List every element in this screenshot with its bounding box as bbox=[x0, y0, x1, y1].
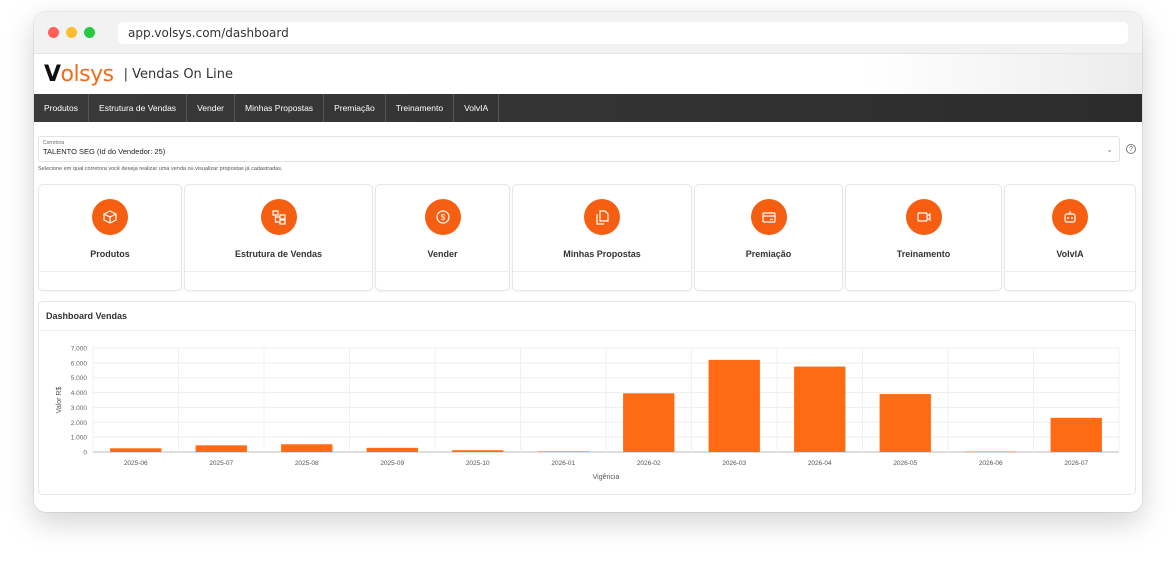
x-axis-label: Vigência bbox=[593, 474, 620, 481]
x-tick-label: 2026-04 bbox=[808, 460, 832, 467]
bar-2025-06 bbox=[110, 448, 162, 452]
main-nav: Produtos Estrutura de Vendas Vender Minh… bbox=[34, 94, 1142, 122]
browser-window: app.volsys.com/dashboard Volsys | Vendas… bbox=[34, 12, 1142, 512]
corretora-label: Corretora bbox=[43, 140, 65, 146]
card-treinamento[interactable]: Treinamento bbox=[845, 184, 1002, 291]
card-label: Vender bbox=[427, 249, 458, 259]
card-premiacao[interactable]: Premiação bbox=[694, 184, 843, 291]
nav-item-produtos[interactable]: Produtos bbox=[34, 94, 90, 122]
card-label: Premiação bbox=[745, 249, 792, 259]
card-label: VolvIA bbox=[1056, 249, 1084, 259]
help-icon[interactable]: ? bbox=[1126, 144, 1136, 154]
x-tick-label: 2025-07 bbox=[209, 460, 233, 467]
corretora-value: TALENTO SEG (Id do Vendedor: 25) bbox=[43, 147, 166, 156]
x-tick-label: 2026-05 bbox=[893, 460, 917, 467]
chevron-down-icon: ⌄ bbox=[1106, 145, 1113, 154]
address-bar[interactable]: app.volsys.com/dashboard bbox=[118, 21, 1128, 44]
close-window-button[interactable] bbox=[48, 27, 59, 38]
card-minhas-propostas[interactable]: Minhas Propostas bbox=[512, 184, 692, 291]
y-axis-label: Valor R$ bbox=[56, 387, 63, 414]
bar-2026-02 bbox=[623, 393, 675, 452]
nav-item-minhas-propostas[interactable]: Minhas Propostas bbox=[235, 94, 325, 122]
bar-2026-05 bbox=[879, 394, 931, 452]
app-header: Volsys | Vendas On Line bbox=[34, 54, 1142, 94]
nav-item-treinamento[interactable]: Treinamento bbox=[386, 94, 455, 122]
documents-icon bbox=[584, 199, 620, 235]
nav-item-vender[interactable]: Vender bbox=[187, 94, 236, 122]
corretora-select[interactable]: Corretora TALENTO SEG (Id do Vendedor: 2… bbox=[38, 136, 1120, 162]
bar-2025-07 bbox=[195, 445, 247, 452]
corretora-row: Corretora TALENTO SEG (Id do Vendedor: 2… bbox=[38, 136, 1136, 162]
y-tick-label: 1.000 bbox=[71, 435, 88, 442]
x-tick-label: 2026-02 bbox=[637, 460, 661, 467]
x-tick-label: 2025-06 bbox=[124, 460, 148, 467]
dashboard-panel: Dashboard Vendas 0 1.000 2.000 3.000 4.000 5.… bbox=[38, 301, 1136, 495]
shortcut-cards: Produtos Estrutura de Vendas $ Vender Mi… bbox=[38, 184, 1136, 291]
card-label: Estrutura de Vendas bbox=[234, 249, 323, 259]
card-label: Treinamento bbox=[896, 249, 951, 259]
svg-text:$: $ bbox=[440, 213, 445, 222]
x-tick-label: 2025-10 bbox=[466, 460, 490, 467]
y-tick-label: 7.000 bbox=[71, 346, 88, 353]
x-tick-label: 2025-08 bbox=[295, 460, 319, 467]
y-tick-label: 2.000 bbox=[71, 420, 88, 427]
bar-2025-09 bbox=[366, 447, 418, 452]
y-tick-label: 0 bbox=[83, 450, 87, 457]
nav-item-premiacao[interactable]: Premiação bbox=[324, 94, 386, 122]
y-tick-label: 6.000 bbox=[71, 360, 88, 367]
sales-bar-chart: 0 1.000 2.000 3.000 4.000 5.000 6.000 7.000 2025… bbox=[56, 346, 1120, 481]
card-label: Produtos bbox=[90, 249, 130, 259]
card-label: Minhas Propostas bbox=[563, 249, 641, 259]
bar-2025-10 bbox=[452, 450, 504, 452]
x-tick-label: 2026-06 bbox=[979, 460, 1003, 467]
card-vender[interactable]: $ Vender bbox=[375, 184, 510, 291]
x-tick-label: 2025-09 bbox=[380, 460, 404, 467]
card-volvia[interactable]: VolvIA bbox=[1004, 184, 1136, 291]
robot-icon bbox=[1052, 199, 1088, 235]
dollar-coin-icon: $ bbox=[424, 199, 461, 235]
app-title: | Vendas On Line bbox=[123, 66, 234, 82]
corretora-helper-text: Selecione em qual corretora você deseja … bbox=[38, 166, 283, 172]
volsys-logo[interactable]: Volsys bbox=[44, 62, 114, 87]
video-camera-icon bbox=[905, 199, 942, 235]
minimize-window-button[interactable] bbox=[66, 27, 77, 38]
card-estrutura-de-vendas[interactable]: Estrutura de Vendas bbox=[184, 184, 373, 291]
y-tick-label: 5.000 bbox=[71, 375, 88, 382]
bar-2026-07 bbox=[1050, 417, 1102, 452]
dashboard-title: Dashboard Vendas bbox=[39, 302, 1135, 331]
browser-titlebar: app.volsys.com/dashboard bbox=[34, 12, 1142, 54]
bar-2025-08 bbox=[281, 444, 333, 452]
x-tick-label: 2026-03 bbox=[722, 460, 746, 467]
credit-card-icon bbox=[750, 199, 787, 235]
nav-item-volvia[interactable]: VolvIA bbox=[454, 94, 500, 122]
box-icon bbox=[92, 199, 128, 235]
hierarchy-icon bbox=[260, 199, 297, 235]
nav-item-estrutura-de-vendas[interactable]: Estrutura de Vendas bbox=[89, 94, 188, 122]
page-content: Corretora TALENTO SEG (Id do Vendedor: 2… bbox=[34, 122, 1142, 495]
bar-2026-03 bbox=[708, 359, 760, 452]
bar-2026-01 bbox=[537, 451, 589, 452]
bar-2026-04 bbox=[794, 366, 846, 452]
y-tick-label: 4.000 bbox=[71, 390, 88, 397]
y-tick-label: 3.000 bbox=[71, 405, 88, 412]
bar-2026-06 bbox=[965, 451, 1017, 453]
card-produtos[interactable]: Produtos bbox=[38, 184, 182, 291]
maximize-window-button[interactable] bbox=[84, 27, 95, 38]
x-tick-label: 2026-01 bbox=[551, 460, 575, 467]
x-tick-label: 2026-07 bbox=[1064, 460, 1088, 467]
